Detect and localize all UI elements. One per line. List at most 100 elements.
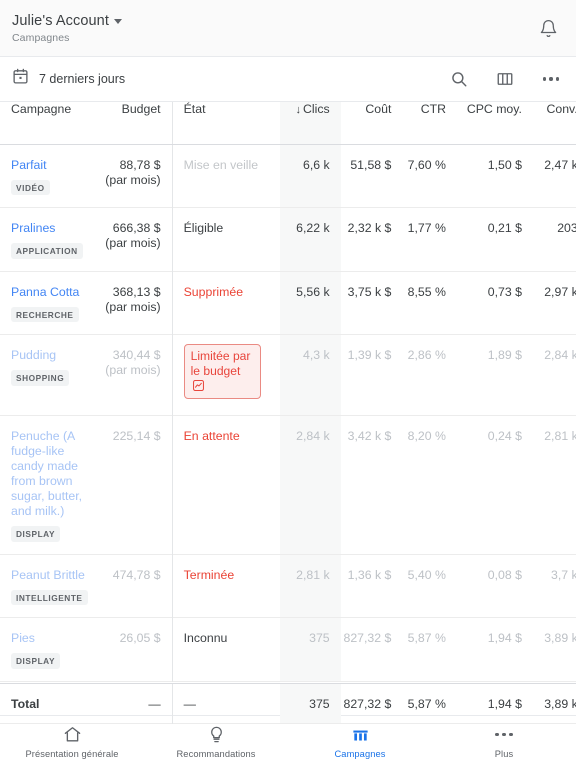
budget-amount: 88,78 $ [99, 158, 161, 173]
date-range-picker[interactable]: 7 derniers jours [12, 68, 125, 90]
column-header-campaign[interactable]: Campagne [0, 102, 99, 144]
cell-conv: 2,97 k [533, 271, 576, 335]
campaign-link[interactable]: Parfait [11, 158, 99, 173]
columns-icon[interactable] [494, 68, 516, 90]
toolbar-actions [448, 68, 562, 90]
cell-clicks: 6,6 k [280, 144, 341, 208]
nav-item-label: Recommandations [176, 749, 255, 759]
account-header: Julie's Account Campagnes [0, 0, 576, 57]
more-horizontal-icon[interactable] [540, 68, 562, 90]
cell-budget: 474,78 $ [99, 554, 173, 618]
table-row[interactable]: Pudding SHOPPING 340,44 $(par mois) Limitée… [0, 335, 576, 416]
campaign-type-chip: DISPLAY [11, 653, 60, 669]
total-conv: 3,89 k [533, 684, 576, 724]
total-budget: — [99, 684, 173, 724]
cell-budget: 666,38 $(par mois) [99, 208, 173, 272]
status-text: Éligible [184, 221, 224, 235]
column-label: CTR [421, 102, 446, 116]
bar-chart-icon [351, 725, 370, 744]
more-horizontal-icon [495, 726, 512, 744]
cell-campaign: Panna CottaRECHERCHE [0, 271, 99, 335]
cell-campaign: Pudding SHOPPING [0, 335, 99, 416]
lightbulb-icon [207, 725, 226, 744]
column-header-clicks[interactable]: ↓Clics [280, 102, 341, 144]
cell-conv: 2,81 k [533, 416, 576, 555]
cell-cost: 1,36 k $ [341, 554, 403, 618]
cell-clicks: 375 [280, 618, 341, 682]
table-row[interactable]: Peanut Brittle INTELLIGENTE 474,78 $ Termin… [0, 554, 576, 618]
column-label: CPC moy. [467, 102, 522, 116]
campaign-link[interactable]: Pudding [11, 348, 99, 363]
column-header-conv[interactable]: Conv. [533, 102, 576, 144]
budget-period: (par mois) [99, 363, 161, 378]
status-badge[interactable]: Limitée par le budget [184, 344, 261, 399]
column-header-state[interactable]: État [172, 102, 280, 144]
cell-clicks: 4,3 k [280, 335, 341, 416]
campaigns-table: Campagne Budget État ↓Clics Coût CTR CPC… [0, 102, 576, 682]
arrow-down-icon: ↓ [296, 104, 302, 116]
budget-amount: 474,78 $ [99, 568, 161, 583]
cell-conv: 2,84 k [533, 335, 576, 416]
campaign-link[interactable]: Pralines [11, 221, 99, 236]
caret-down-icon[interactable] [114, 19, 122, 24]
cell-state: Limitée par le budget [172, 335, 280, 416]
column-label: Campagne [11, 102, 71, 116]
column-header-ctr[interactable]: CTR [402, 102, 457, 144]
nav-item-label: Plus [495, 749, 514, 759]
campaigns-screen: Julie's Account Campagnes [0, 0, 576, 768]
column-header-budget[interactable]: Budget [99, 102, 173, 144]
cell-campaign: Peanut Brittle INTELLIGENTE [0, 554, 99, 618]
campaign-type-chip: SHOPPING [11, 370, 69, 386]
table-toolbar: 7 derniers jours [0, 57, 576, 102]
campaign-type-chip: APPLICATION [11, 243, 83, 259]
home-icon [63, 725, 82, 744]
campaign-link[interactable]: Penuche (A fudge-like candy made from br… [11, 429, 99, 519]
table-row[interactable]: Penuche (A fudge-like candy made from br… [0, 416, 576, 555]
cell-campaign: Parfait VIDÉO [0, 144, 99, 208]
cell-cpc: 1,94 $ [457, 618, 533, 682]
campaign-type-chip: VIDÉO [11, 180, 50, 196]
budget-period: (par mois) [99, 300, 161, 315]
bell-icon[interactable] [536, 16, 560, 40]
cell-clicks: 6,22 k [280, 208, 341, 272]
total-cpc: 1,94 $ [457, 684, 533, 724]
table-row[interactable]: ParfaitVIDÉO88,78 $(par mois)Mise en vei… [0, 144, 576, 208]
column-header-cost[interactable]: Coût [341, 102, 403, 144]
cell-budget: 88,78 $(par mois) [99, 144, 173, 208]
status-text: Terminée [184, 568, 235, 582]
account-section-label: Campagnes [12, 32, 122, 44]
cell-cpc: 0,21 $ [457, 208, 533, 272]
account-name: Julie's Account [12, 13, 109, 29]
chart-alert-icon[interactable] [193, 380, 204, 391]
calendar-icon [12, 68, 29, 90]
campaign-link[interactable]: Peanut Brittle [11, 568, 99, 583]
budget-amount: 340,44 $ [99, 348, 161, 363]
status-text: Inconnu [184, 631, 228, 645]
campaigns-table-scroll[interactable]: Campagne Budget État ↓Clics Coût CTR CPC… [0, 102, 576, 683]
campaign-type-chip: INTELLIGENTE [11, 590, 88, 606]
table-row[interactable]: Pralines APPLICATION 666,38 $(par mois) Éli… [0, 208, 576, 272]
cell-cpc: 1,89 $ [457, 335, 533, 416]
cell-conv: 3,7 k [533, 554, 576, 618]
cell-campaign: Pies DISPLAY [0, 618, 99, 682]
column-header-cpc[interactable]: CPC moy. [457, 102, 533, 144]
cell-ctr: 8,20 % [402, 416, 457, 555]
campaign-link[interactable]: Pies [11, 631, 99, 646]
table-row[interactable]: PiesDISPLAY26,05 $Inconnu375827,32 $5,87… [0, 618, 576, 682]
cell-cpc: 1,50 $ [457, 144, 533, 208]
cell-cpc: 0,24 $ [457, 416, 533, 555]
cell-ctr: 2,86 % [402, 335, 457, 416]
cell-cost: 3,75 k $ [341, 271, 403, 335]
nav-item-label: Campagnes [334, 749, 385, 759]
search-icon[interactable] [448, 68, 470, 90]
total-ctr: 5,87 % [402, 684, 457, 724]
account-name-row[interactable]: Julie's Account [12, 13, 122, 29]
status-text: En attente [184, 429, 240, 443]
table-row[interactable]: Panna CottaRECHERCHE368,13 $(par mois)Su… [0, 271, 576, 335]
campaign-link[interactable]: Panna Cotta [11, 285, 99, 300]
account-selector[interactable]: Julie's Account Campagnes [12, 13, 122, 44]
cell-clicks: 2,84 k [280, 416, 341, 555]
cell-conv: 2,47 k [533, 144, 576, 208]
budget-period: (par mois) [99, 173, 161, 188]
cell-budget: 225,14 $ [99, 416, 173, 555]
